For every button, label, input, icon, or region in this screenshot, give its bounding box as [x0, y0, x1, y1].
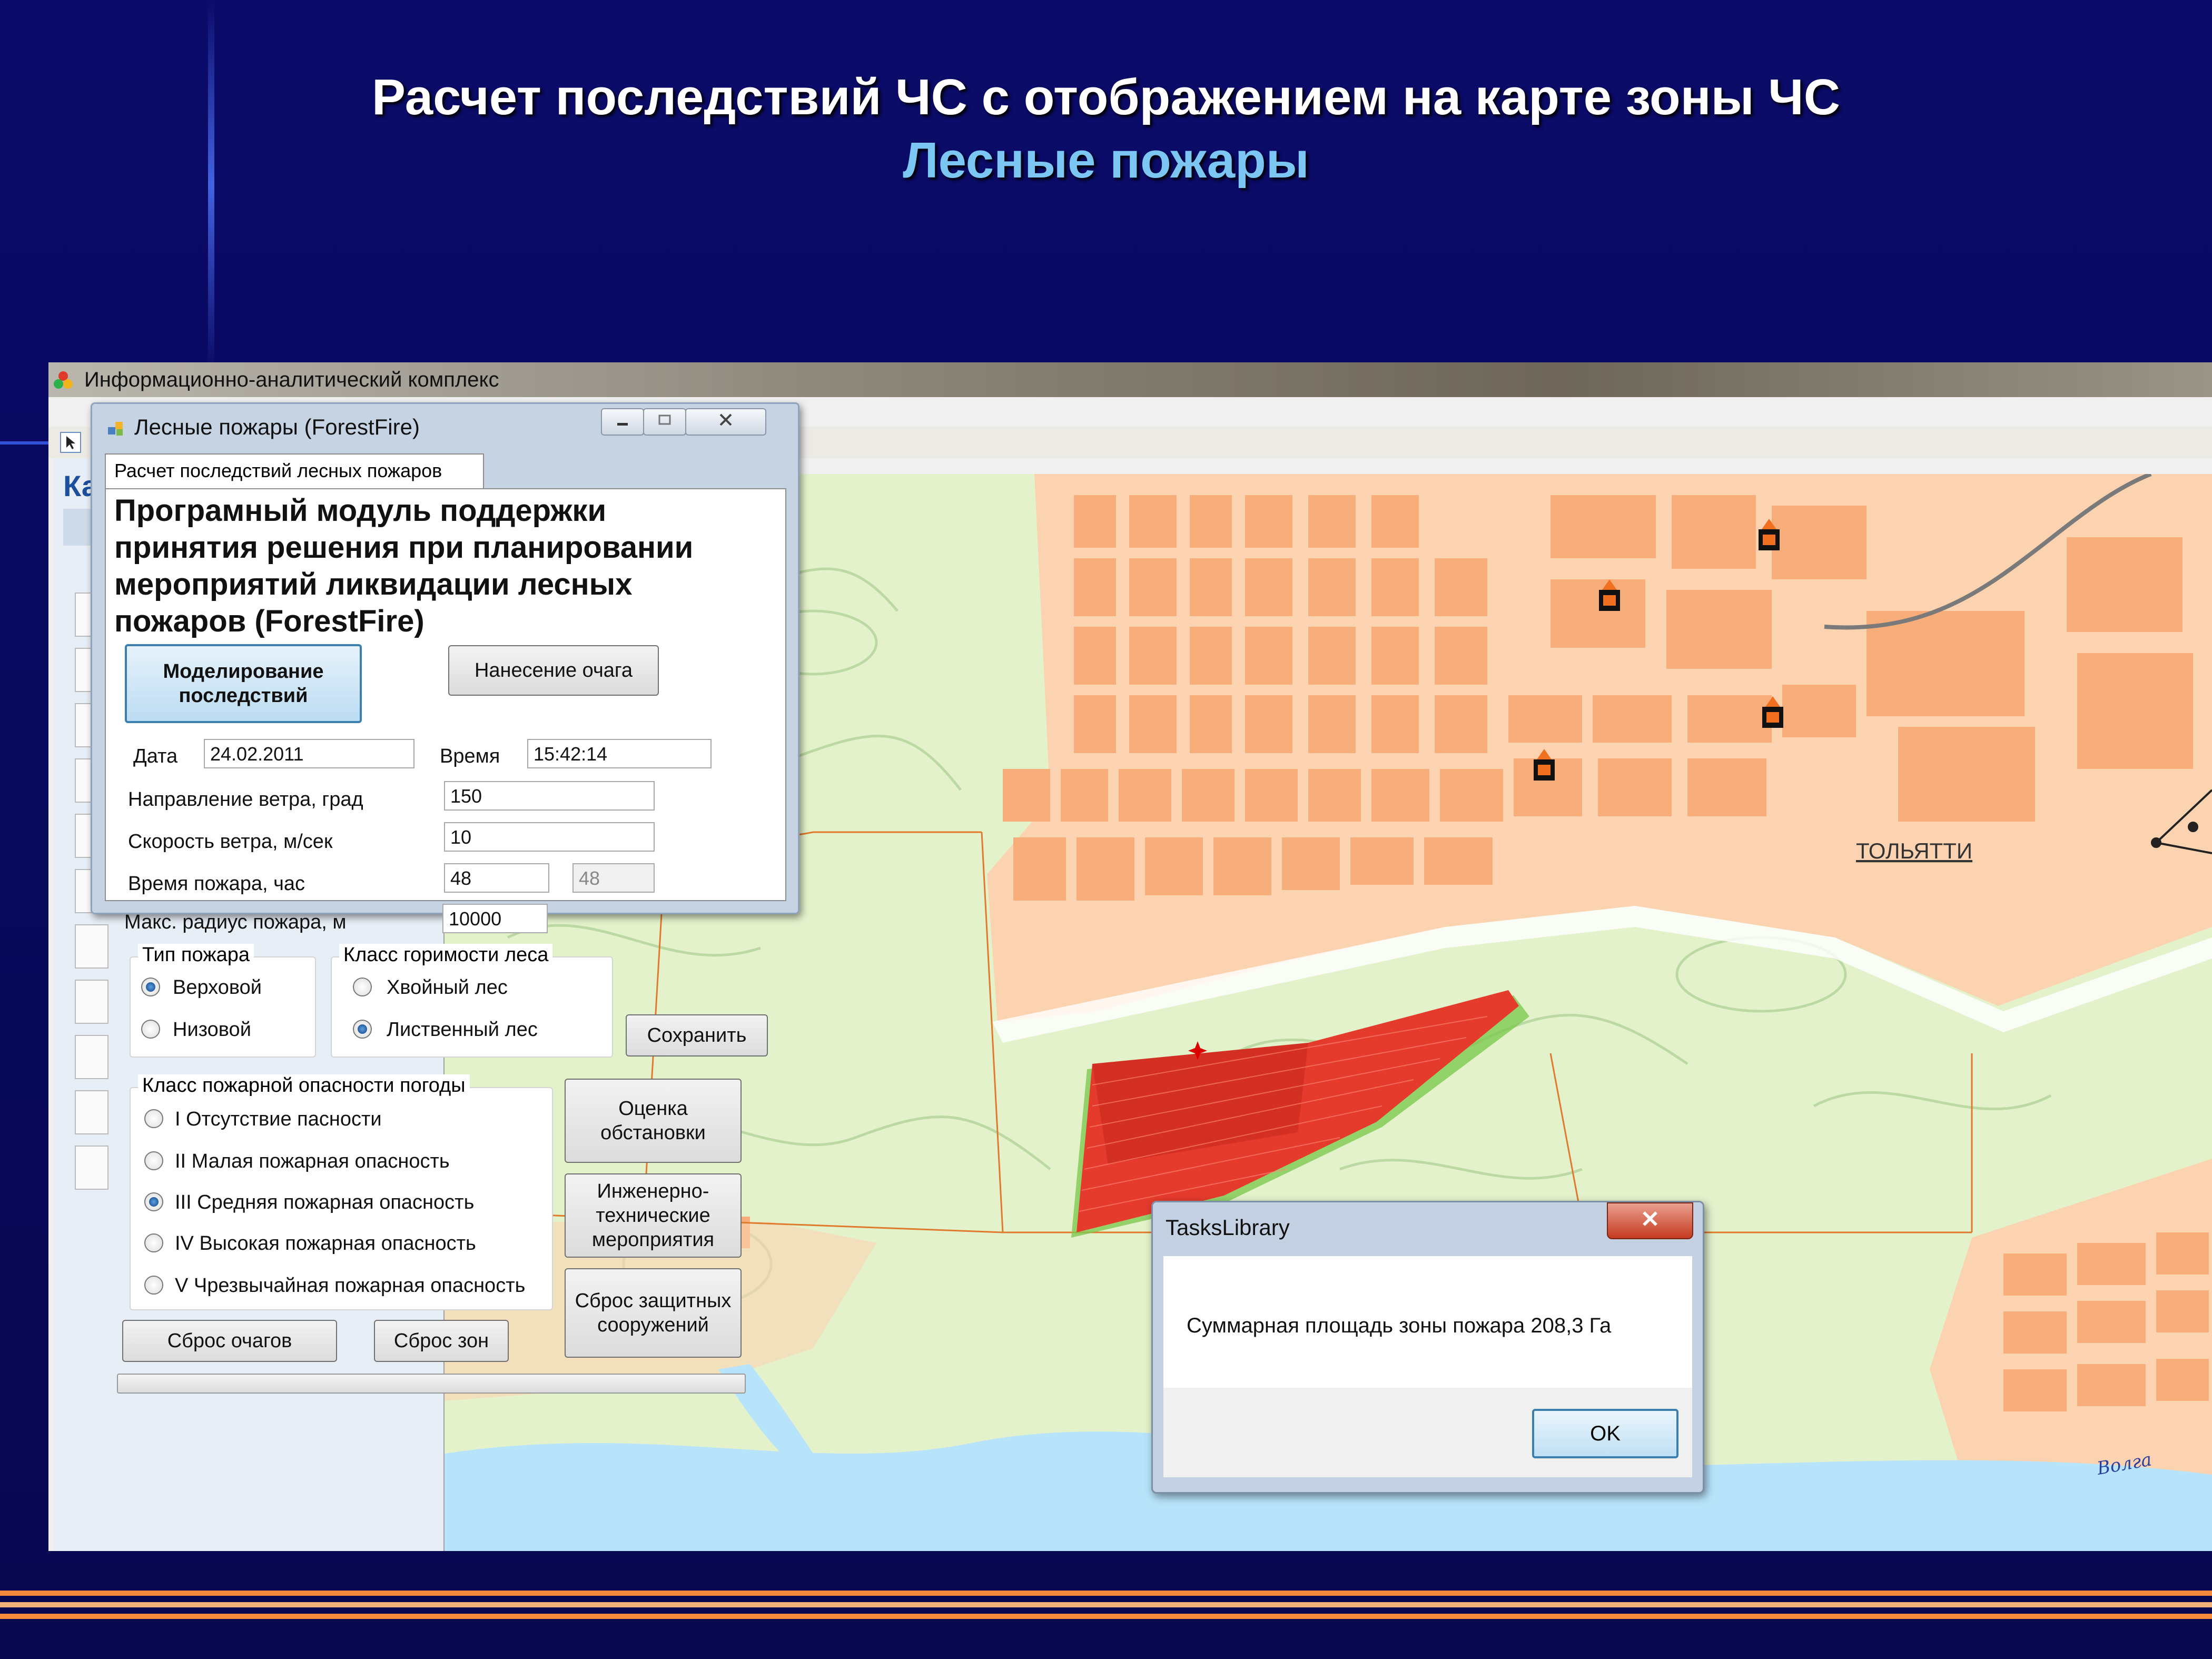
weather-class-4-label: IV Высокая пожарная опасность	[175, 1232, 476, 1255]
dialog-title: Лесные пожары (ForestFire)	[134, 414, 420, 439]
weather-class-group: Класс пожарной опасности погоды I Отсутс…	[130, 1074, 553, 1310]
message-close-button[interactable]: ✕	[1607, 1202, 1693, 1239]
fire-type-group-title: Тип пожара	[138, 944, 254, 966]
fire-type-ground-radio[interactable]	[141, 1020, 160, 1039]
engineering-measures-button[interactable]: Инженерно-технические мероприятия	[565, 1173, 742, 1258]
forest-deciduous-label: Лиственный лес	[387, 1019, 538, 1041]
forest-deciduous-radio[interactable]	[353, 1020, 372, 1039]
map-city-label: ТОЛЬЯТТИ	[1856, 838, 1972, 863]
wind-speed-label: Скорость ветра, м/сек	[128, 831, 333, 853]
left-panel-button[interactable]	[75, 1035, 108, 1079]
left-panel-button[interactable]	[75, 1090, 108, 1134]
app-logo-icon	[54, 371, 73, 389]
wind-speed-field[interactable]: 10	[444, 822, 655, 852]
minimize-button[interactable]	[601, 408, 644, 436]
slide-title: Расчет последствий ЧС с отображением на …	[371, 69, 1841, 125]
tasks-library-message-box: TasksLibrary ✕ Суммарная площадь зоны по…	[1151, 1201, 1704, 1494]
weather-class-1-label: I Отсутствие пасности	[175, 1108, 382, 1130]
ok-button[interactable]: OK	[1532, 1409, 1678, 1458]
weather-class-3-label: III Средняя пожарная опасность	[175, 1191, 475, 1213]
wind-direction-label: Направление ветра, град	[128, 788, 363, 811]
dialog-body: Програмный модуль поддержки принятия реш…	[105, 488, 786, 901]
date-label: Дата	[133, 745, 178, 767]
maximize-icon	[658, 414, 671, 425]
slide-subtitle: Лесные пожары	[903, 132, 1309, 189]
dialog-app-icon	[108, 422, 123, 436]
message-box-body: Суммарная площадь зоны пожара 208,3 Га O…	[1163, 1256, 1692, 1477]
max-radius-field[interactable]: 10000	[442, 904, 548, 933]
date-field[interactable]: 24.02.2011	[204, 739, 414, 768]
bottom-decorative-stripes	[0, 1591, 2212, 1627]
time-field[interactable]: 15:42:14	[527, 739, 712, 768]
app-titlebar: Информационно-аналитический комплекс	[48, 362, 2212, 397]
left-panel-button[interactable]	[75, 924, 108, 969]
modeling-button[interactable]: Моделирование последствий	[125, 644, 362, 723]
pointer-tool-icon[interactable]	[60, 432, 81, 453]
forest-class-group: Класс горимости леса Хвойный лес Листвен…	[331, 944, 613, 1058]
forest-class-group-title: Класс горимости леса	[339, 944, 553, 966]
message-box-title: TasksLibrary	[1166, 1215, 1290, 1240]
place-fire-focus-button[interactable]: Нанесение очага	[448, 645, 659, 696]
weather-class-5-label: V Чрезвычайная пожарная опасность	[175, 1275, 526, 1297]
forestfire-dialog: Лесные пожары (ForestFire) Расчет послед…	[91, 402, 799, 914]
weather-class-2-label: II Малая пожарная опасность	[175, 1150, 450, 1172]
reset-zones-button[interactable]: Сброс зон	[374, 1320, 509, 1362]
minimize-icon	[617, 423, 628, 426]
left-panel-button[interactable]	[75, 980, 108, 1024]
weather-class-4-radio[interactable]	[144, 1233, 163, 1252]
maximize-button[interactable]	[643, 408, 686, 436]
time-label: Время	[440, 745, 500, 767]
module-heading: Програмный модуль поддержки принятия реш…	[114, 493, 694, 638]
weather-class-3-radio[interactable]	[144, 1192, 163, 1211]
fire-type-crown-radio[interactable]	[141, 977, 160, 996]
forest-coniferous-label: Хвойный лес	[387, 976, 508, 999]
fire-type-group: Тип пожара Верховой Низовой	[130, 944, 316, 1058]
assess-situation-button[interactable]: Оценка обстановки	[565, 1079, 742, 1163]
tab-fire-consequences[interactable]: Расчет последствий лесных пожаров	[105, 453, 484, 488]
max-radius-label: Макс. радиус пожара, м	[124, 911, 347, 933]
message-box-footer: OK	[1163, 1388, 1692, 1477]
progress-bar	[117, 1374, 746, 1394]
left-panel-button[interactable]	[75, 1146, 108, 1190]
save-button[interactable]: Сохранить	[626, 1014, 768, 1056]
app-title: Информационно-аналитический комплекс	[84, 368, 499, 391]
close-icon	[719, 413, 732, 426]
weather-class-1-radio[interactable]	[144, 1109, 163, 1128]
fire-duration-label: Время пожара, час	[128, 873, 305, 895]
wind-direction-field[interactable]: 150	[444, 781, 655, 811]
fire-duration-readonly-field: 48	[572, 863, 655, 893]
fire-type-crown-label: Верховой	[173, 976, 262, 999]
weather-class-group-title: Класс пожарной опасности погоды	[138, 1074, 470, 1097]
reset-foci-button[interactable]: Сброс очагов	[122, 1320, 337, 1362]
reset-protective-structures-button[interactable]: Сброс защитных сооружений	[565, 1268, 742, 1358]
close-button[interactable]	[685, 408, 766, 436]
forest-coniferous-radio[interactable]	[353, 977, 372, 996]
weather-class-5-radio[interactable]	[144, 1276, 163, 1295]
weather-class-2-radio[interactable]	[144, 1151, 163, 1170]
fire-type-ground-label: Низовой	[173, 1019, 251, 1041]
fire-duration-field[interactable]: 48	[444, 863, 549, 893]
fire-area-message: Суммарная площадь зоны пожара 208,3 Га	[1187, 1314, 1612, 1337]
